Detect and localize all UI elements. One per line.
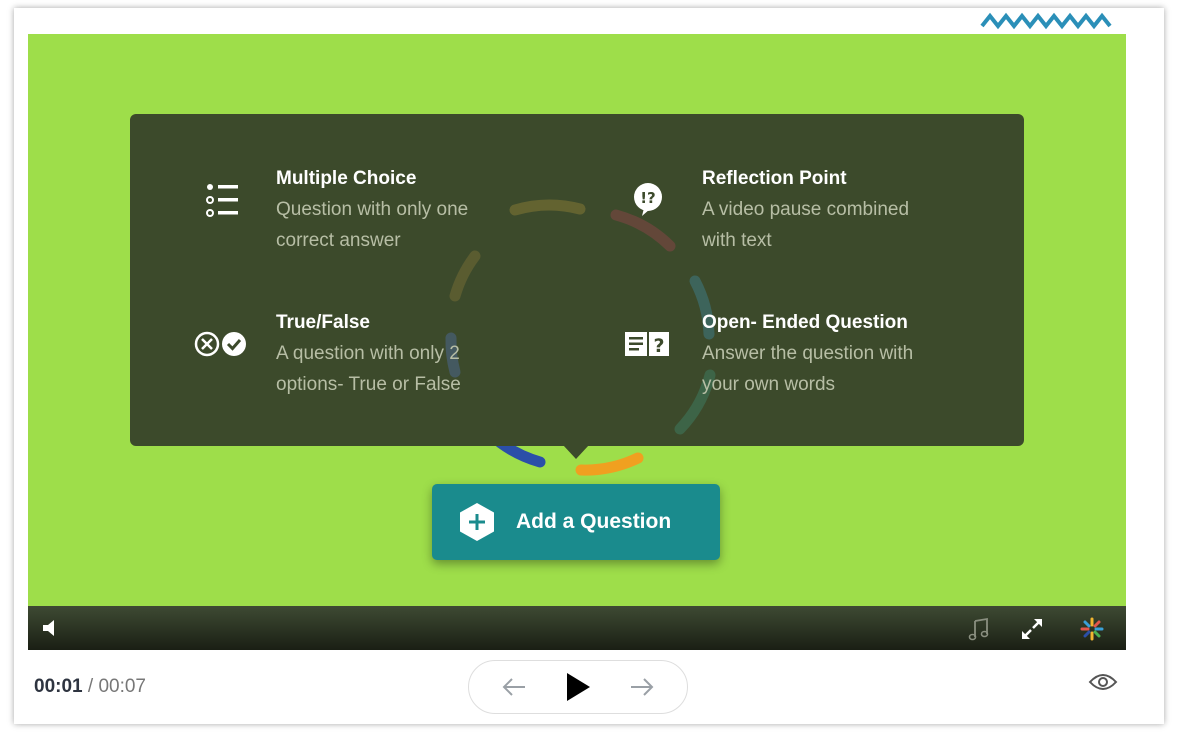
time-display: 00:01 / 00:07 <box>34 676 146 698</box>
option-desc-line: Question with only one <box>276 199 469 220</box>
total-time: 00:07 <box>98 676 146 697</box>
add-question-label: Add a Question <box>516 510 672 533</box>
current-time: 00:01 <box>34 676 83 697</box>
play-button[interactable] <box>553 661 603 713</box>
fullscreen-icon[interactable] <box>1018 615 1046 643</box>
option-reflection-point[interactable]: !? Reflection Point A video pause combin… <box>634 166 1062 256</box>
option-desc-line: Answer the question with <box>702 343 914 364</box>
time-separator: / <box>87 676 94 697</box>
option-desc-line: options- True or False <box>276 374 461 395</box>
option-desc-line: with text <box>702 230 772 251</box>
speech-bubble-icon: !? <box>618 180 678 220</box>
option-description: Answer the question with your own words <box>702 338 1062 400</box>
add-question-button[interactable]: Add a Question <box>432 484 720 560</box>
option-desc-line: your own words <box>702 374 836 395</box>
option-open-ended[interactable]: ? Open- Ended Question Answer the questi… <box>625 310 1062 400</box>
previous-button[interactable] <box>489 661 539 713</box>
option-desc-line: A question with only 2 <box>276 343 460 364</box>
question-type-menu: Multiple Choice Question with only one c… <box>130 114 1024 446</box>
option-title: True/False <box>276 312 370 333</box>
option-title: Open- Ended Question <box>702 312 908 333</box>
next-button[interactable] <box>617 661 667 713</box>
list-icon <box>192 180 252 220</box>
svg-text:?: ? <box>653 335 664 357</box>
option-multiple-choice[interactable]: Multiple Choice Question with only one c… <box>206 166 636 256</box>
open-question-icon: ? <box>618 324 678 364</box>
option-description: Question with only one correct answer <box>276 194 636 256</box>
menu-pointer <box>563 445 589 459</box>
music-note-icon[interactable] <box>966 616 992 642</box>
preview-eye-icon[interactable] <box>1088 672 1118 697</box>
option-desc-line: A video pause combined <box>702 199 910 220</box>
video-control-bar <box>28 606 1126 650</box>
plus-hexagon-icon <box>460 503 494 541</box>
option-description: A video pause combined with text <box>702 194 1062 256</box>
true-false-icon <box>192 324 252 364</box>
arrow-right-icon <box>631 678 654 696</box>
play-icon <box>567 673 590 701</box>
playback-nav <box>468 660 688 714</box>
option-desc-line: correct answer <box>276 230 401 251</box>
volume-icon[interactable] <box>38 616 62 640</box>
option-title: Reflection Point <box>702 168 847 189</box>
svg-text:!?: !? <box>640 189 656 207</box>
option-description: A question with only 2 options- True or … <box>276 338 636 400</box>
option-true-false[interactable]: True/False A question with only 2 option… <box>194 310 636 400</box>
arrow-left-icon <box>502 678 525 696</box>
decorative-wave-icon <box>980 12 1112 30</box>
brand-sparkle-icon[interactable] <box>1078 615 1106 643</box>
option-title: Multiple Choice <box>276 168 417 189</box>
